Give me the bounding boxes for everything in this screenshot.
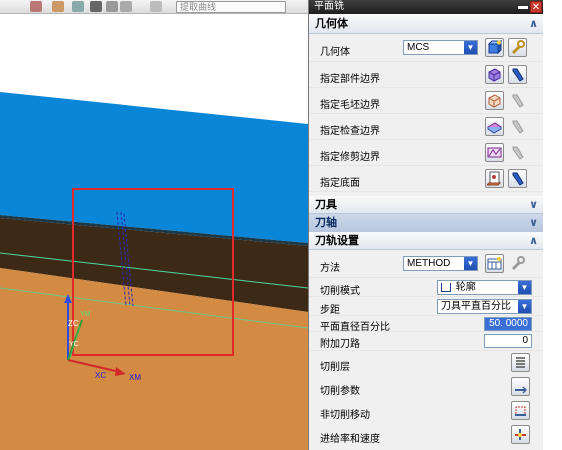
stepover-value: 刀具平直百分比 bbox=[441, 301, 511, 312]
flat-diameter-label: 平面直径百分比 bbox=[320, 322, 390, 333]
window-edge bbox=[543, 0, 562, 450]
feeds-speeds-label: 进给率和速度 bbox=[320, 434, 380, 445]
planar-mill-dialog: 平面铣 ▬ ✕ 几何体 ∧ 几何体 MCS ▼ 指定部件边界 指定毛坯边界 指定… bbox=[308, 0, 543, 450]
expand-icon[interactable]: ∨ bbox=[529, 196, 538, 214]
check-boundary-display-button[interactable] bbox=[508, 117, 527, 136]
geometry-label: 几何体 bbox=[320, 47, 350, 58]
cube-icon[interactable] bbox=[30, 1, 42, 12]
flat-diameter-row: 平面直径百分比 50. 0000 bbox=[309, 316, 543, 333]
trim-boundary-select-button[interactable] bbox=[485, 143, 504, 162]
chevron-down-icon[interactable]: ▼ bbox=[518, 281, 531, 294]
method-row: 方法 METHOD ▼ bbox=[309, 250, 543, 278]
non-cut-moves-label: 非切削移动 bbox=[320, 410, 370, 421]
blank-boundary-row: 指定毛坯边界 bbox=[309, 88, 543, 114]
feeds-speeds-button[interactable] bbox=[511, 425, 530, 444]
check-boundary-label: 指定检查边界 bbox=[320, 126, 380, 137]
axis-label-ym: YM bbox=[80, 311, 91, 318]
cut-levels-row: 切削层 bbox=[309, 351, 543, 375]
geometry-select-value: MCS bbox=[407, 42, 430, 53]
paint-icon[interactable] bbox=[106, 1, 118, 12]
non-cut-moves-button[interactable] bbox=[511, 401, 530, 420]
chevron-down-icon[interactable]: ▼ bbox=[464, 257, 477, 270]
method-select[interactable]: METHOD ▼ bbox=[403, 256, 478, 271]
blank-boundary-display-button[interactable] bbox=[508, 91, 527, 110]
blank-boundary-label: 指定毛坯边界 bbox=[320, 100, 380, 111]
section-tool-title: 刀具 bbox=[315, 199, 337, 211]
cut-levels-label: 切削层 bbox=[320, 362, 350, 373]
floor-select-button[interactable] bbox=[485, 169, 504, 188]
cut-params-label: 切削参数 bbox=[320, 386, 360, 397]
extra-passes-label: 附加刀路 bbox=[320, 339, 360, 350]
cad-viewport[interactable]: ZC YC YM XC XM 提取曲线 bbox=[0, 0, 308, 450]
section-tool-axis[interactable]: 刀轴 ∨ bbox=[309, 214, 543, 232]
trim-boundary-label: 指定修剪边界 bbox=[320, 152, 380, 163]
part-scene[interactable]: ZC YC YM XC XM bbox=[0, 0, 308, 450]
arrow-icon[interactable] bbox=[72, 1, 84, 12]
filter-icon[interactable] bbox=[150, 1, 162, 12]
part-boundary-label: 指定部件边界 bbox=[320, 74, 380, 85]
cut-params-button[interactable] bbox=[511, 377, 530, 396]
non-cut-moves-row: 非切削移动 bbox=[309, 399, 543, 423]
geometry-row: 几何体 MCS ▼ bbox=[309, 34, 543, 62]
dialog-titlebar[interactable]: 平面铣 ▬ ✕ bbox=[309, 0, 543, 14]
edit-method-button[interactable] bbox=[508, 254, 527, 273]
stepover-row: 步距 刀具平直百分比 ▼ bbox=[309, 297, 543, 316]
contour-icon bbox=[441, 282, 451, 292]
axis-label-xc: XC bbox=[95, 371, 106, 380]
close-icon[interactable]: ✕ bbox=[530, 1, 542, 13]
chevron-down-icon[interactable]: ▼ bbox=[464, 41, 477, 54]
viewport-toolbar: 提取曲线 bbox=[0, 0, 308, 14]
expand-icon[interactable]: ∨ bbox=[529, 214, 538, 232]
check-boundary-select-button[interactable] bbox=[485, 117, 504, 136]
method-label: 方法 bbox=[320, 263, 340, 274]
cut-mode-label: 切削模式 bbox=[320, 286, 360, 297]
collapse-icon[interactable]: ∧ bbox=[529, 232, 538, 250]
section-path-settings-title: 刀轨设置 bbox=[315, 235, 359, 247]
select-icon[interactable] bbox=[52, 1, 64, 12]
trim-boundary-display-button[interactable] bbox=[508, 143, 527, 162]
shape-icon[interactable] bbox=[90, 1, 102, 12]
floor-label: 指定底面 bbox=[320, 178, 360, 189]
check-boundary-row: 指定检查边界 bbox=[309, 114, 543, 140]
feeds-speeds-row: 进给率和速度 bbox=[309, 423, 543, 447]
stepover-select[interactable]: 刀具平直百分比 ▼ bbox=[437, 299, 532, 314]
trim-boundary-row: 指定修剪边界 bbox=[309, 140, 543, 166]
dialog-title: 平面铣 bbox=[314, 1, 344, 12]
cut-levels-button[interactable] bbox=[511, 353, 530, 372]
axis-label-zc: ZC bbox=[68, 319, 79, 328]
chevron-down-icon[interactable]: ▼ bbox=[518, 300, 531, 313]
cut-mode-value: 轮廓 bbox=[455, 282, 476, 293]
extra-passes-input[interactable]: 0 bbox=[484, 334, 532, 348]
curve-filter-dropdown[interactable]: 提取曲线 bbox=[176, 1, 286, 13]
new-method-button[interactable] bbox=[485, 254, 504, 273]
section-geometry[interactable]: 几何体 ∧ bbox=[309, 14, 543, 34]
section-path-settings[interactable]: 刀轨设置 ∧ bbox=[309, 232, 543, 250]
flat-diameter-input[interactable]: 50. 0000 bbox=[484, 317, 532, 331]
collapse-icon[interactable]: ∧ bbox=[529, 14, 538, 34]
axis-label-xm: XM bbox=[129, 373, 141, 382]
part-boundary-select-button[interactable] bbox=[485, 65, 504, 84]
part-boundary-row: 指定部件边界 bbox=[309, 62, 543, 88]
axis-label-yc: YC bbox=[69, 341, 79, 348]
floor-display-button[interactable] bbox=[508, 169, 527, 188]
cut-mode-select[interactable]: 轮廓 ▼ bbox=[437, 280, 532, 295]
blank-boundary-select-button[interactable] bbox=[485, 91, 504, 110]
cut-params-row: 切削参数 bbox=[309, 375, 543, 399]
edit-geometry-button[interactable] bbox=[508, 38, 527, 57]
floor-row: 指定底面 bbox=[309, 166, 543, 192]
cut-mode-row: 切削模式 轮廓 ▼ bbox=[309, 278, 543, 297]
section-geometry-title: 几何体 bbox=[315, 18, 348, 30]
minimize-icon[interactable]: ▬ bbox=[517, 1, 529, 13]
section-tool-axis-title: 刀轴 bbox=[315, 217, 337, 229]
section-tool[interactable]: 刀具 ∨ bbox=[309, 196, 543, 214]
method-select-value: METHOD bbox=[407, 258, 451, 269]
snap-icon[interactable] bbox=[120, 1, 132, 12]
geometry-select[interactable]: MCS ▼ bbox=[403, 40, 478, 55]
new-geometry-button[interactable] bbox=[485, 38, 504, 57]
part-boundary-display-button[interactable] bbox=[508, 65, 527, 84]
stepover-label: 步距 bbox=[320, 305, 340, 316]
extra-passes-row: 附加刀路 0 bbox=[309, 332, 543, 351]
